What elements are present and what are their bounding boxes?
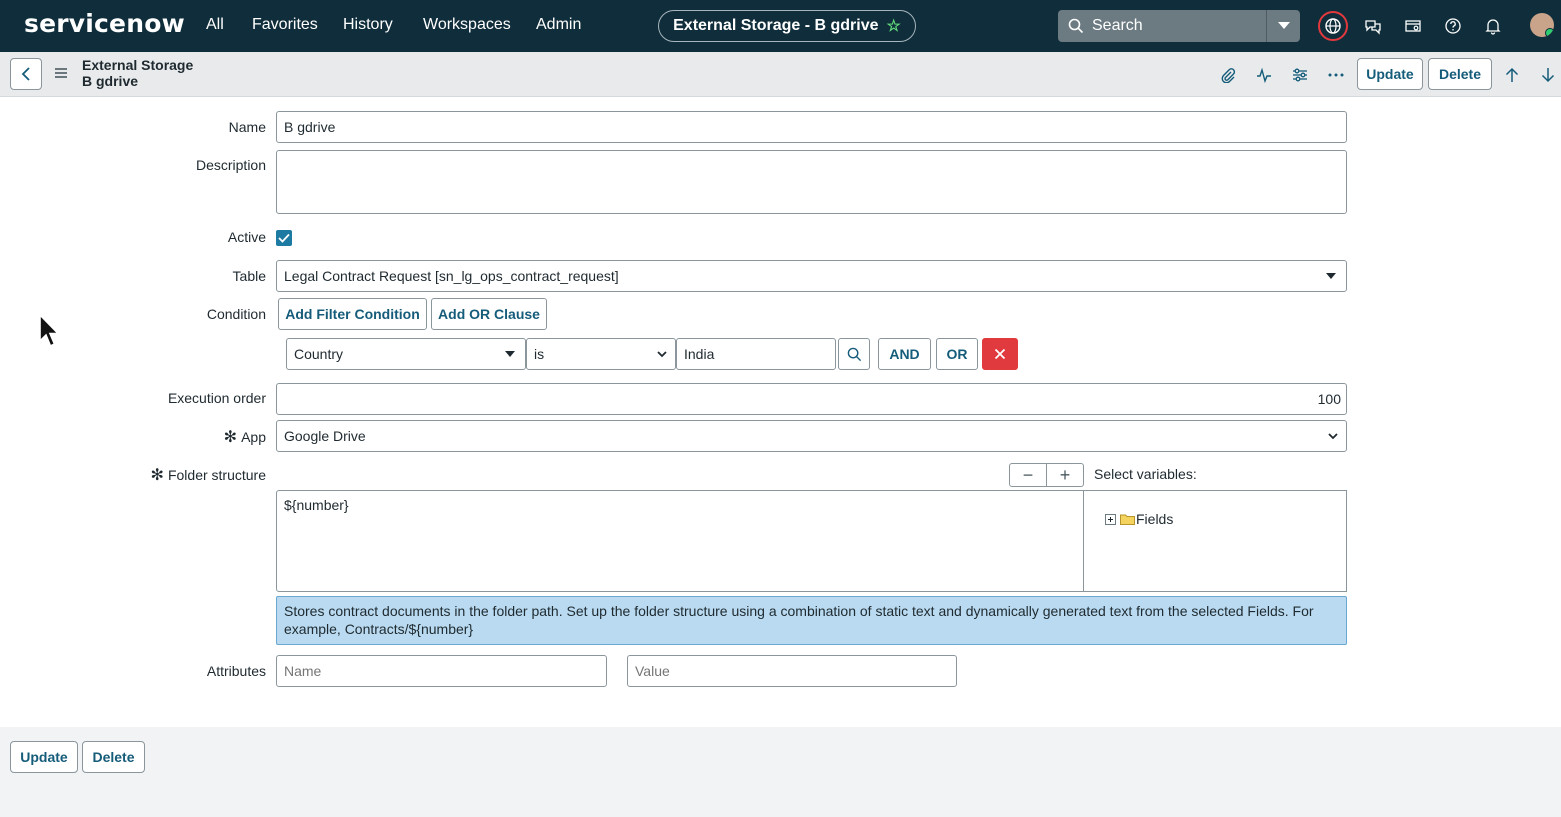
condition-or-button[interactable]: OR — [936, 338, 978, 370]
execution-order-value: 100 — [1317, 391, 1341, 407]
chevron-left-icon — [21, 67, 30, 81]
servicenow-logo[interactable]: servicenow — [24, 9, 185, 38]
select-variables-label: Select variables: — [1094, 466, 1197, 482]
chat-icon[interactable] — [1359, 12, 1387, 40]
minus-icon[interactable]: − — [1010, 464, 1047, 486]
chevron-down-icon — [657, 351, 667, 358]
form-title-record: B gdrive — [82, 73, 139, 89]
form-footer: Update Delete — [0, 727, 1561, 817]
tree-node-fields-label: Fields — [1136, 511, 1174, 527]
condition-operator-value: is — [534, 346, 545, 362]
expand-plus-icon[interactable] — [1105, 513, 1116, 525]
textarea-size-controls: − + — [1009, 463, 1084, 487]
folder-structure-info-message: Stores contract documents in the folder … — [276, 596, 1347, 645]
variables-tree: Fields — [1083, 490, 1347, 592]
add-filter-condition-button[interactable]: Add Filter Condition — [278, 298, 427, 330]
condition-operator-select[interactable]: is — [526, 338, 676, 370]
caret-down-icon — [1326, 273, 1336, 279]
condition-lookup-button[interactable] — [838, 338, 870, 370]
folder-structure-value: ${number} — [284, 497, 349, 513]
search-scope-dropdown[interactable] — [1266, 10, 1300, 42]
arrow-down-icon[interactable] — [1537, 64, 1559, 86]
add-or-clause-button[interactable]: Add OR Clause — [431, 298, 547, 330]
active-label: Active — [227, 229, 266, 245]
global-search-input[interactable]: Search — [1058, 10, 1266, 42]
star-icon[interactable]: ☆ — [887, 16, 901, 36]
name-value: B gdrive — [284, 119, 336, 135]
name-label: Name — [228, 119, 266, 135]
activity-pulse-icon[interactable] — [1253, 64, 1275, 86]
required-mark: ✻ — [150, 467, 164, 484]
top-navigation: servicenow All Favorites History Workspa… — [0, 0, 1561, 52]
condition-label: Condition — [206, 306, 266, 322]
footer-delete-button[interactable]: Delete — [82, 741, 145, 773]
attribute-name-input[interactable] — [276, 655, 607, 687]
name-input[interactable]: B gdrive — [276, 111, 1347, 143]
nav-favorites[interactable]: Favorites — [252, 16, 318, 34]
caret-down-icon — [505, 351, 515, 357]
form-title-table: External Storage — [82, 57, 194, 73]
folder-icon — [1120, 514, 1135, 525]
app-select[interactable]: Google Drive — [276, 420, 1347, 452]
workspace-card-icon[interactable] — [1399, 12, 1427, 40]
form-header: External Storage B gdrive Update Delete — [0, 52, 1561, 97]
help-icon[interactable] — [1439, 12, 1467, 40]
search-placeholder: Search — [1092, 17, 1143, 34]
nav-workspaces[interactable]: Workspaces — [423, 16, 511, 34]
form-title: External Storage B gdrive — [82, 57, 193, 89]
user-avatar[interactable] — [1530, 13, 1554, 37]
description-label: Description — [195, 157, 266, 173]
record-form: Name B gdrive Description Active Table L… — [0, 97, 1561, 727]
folder-structure-textarea[interactable]: ${number} — [276, 490, 1084, 592]
nav-admin[interactable]: Admin — [536, 16, 581, 34]
more-options-icon[interactable] — [1325, 64, 1347, 86]
app-label: ✻ App — [150, 427, 266, 447]
app-value: Google Drive — [284, 428, 366, 444]
nav-history[interactable]: History — [343, 16, 393, 34]
close-icon — [994, 348, 1006, 360]
globe-icon[interactable] — [1318, 11, 1348, 41]
header-update-button[interactable]: Update — [1357, 58, 1423, 90]
table-select[interactable]: Legal Contract Request [sn_lg_ops_contra… — [276, 260, 1347, 292]
folder-structure-label-text: Folder structure — [167, 467, 266, 483]
footer-update-button[interactable]: Update — [10, 741, 78, 773]
execution-order-input[interactable]: 100 — [276, 383, 1347, 415]
hamburger-menu-icon[interactable] — [54, 66, 68, 82]
checkmark-icon — [278, 233, 290, 243]
caret-down-icon — [1277, 22, 1290, 29]
search-icon — [847, 347, 861, 361]
back-button[interactable] — [10, 58, 42, 90]
nav-all[interactable]: All — [206, 16, 224, 34]
paperclip-icon[interactable] — [1217, 64, 1239, 86]
active-checkbox[interactable] — [276, 230, 292, 246]
tree-node-fields[interactable]: Fields — [1105, 511, 1173, 527]
record-title-pill[interactable]: External Storage - B gdrive ☆ — [658, 10, 916, 42]
required-mark: ✻ — [223, 429, 238, 446]
mouse-cursor-icon — [39, 314, 60, 348]
condition-value-text: India — [684, 346, 715, 362]
table-label: Table — [232, 268, 266, 284]
attribute-value-input[interactable] — [627, 655, 957, 687]
chevron-down-icon — [1328, 433, 1338, 440]
table-value: Legal Contract Request [sn_lg_ops_contra… — [284, 268, 619, 284]
folder-structure-label: ✻ Folder structure — [120, 465, 266, 485]
header-delete-button[interactable]: Delete — [1428, 58, 1492, 90]
description-textarea[interactable] — [276, 150, 1347, 214]
plus-icon[interactable]: + — [1047, 464, 1083, 486]
condition-value-input[interactable]: India — [676, 338, 836, 370]
condition-field-select[interactable]: Country — [286, 338, 526, 370]
condition-delete-button[interactable] — [982, 338, 1018, 370]
condition-and-button[interactable]: AND — [878, 338, 931, 370]
search-icon — [1068, 18, 1084, 34]
arrow-up-icon[interactable] — [1501, 64, 1523, 86]
app-label-text: App — [241, 429, 266, 445]
execution-order-label: Execution order — [167, 390, 266, 406]
record-title: External Storage - B gdrive — [673, 17, 879, 34]
attributes-label: Attributes — [206, 663, 266, 679]
notifications-bell-icon[interactable] — [1479, 12, 1507, 40]
personalize-sliders-icon[interactable] — [1289, 64, 1311, 86]
condition-field-value: Country — [294, 346, 344, 362]
